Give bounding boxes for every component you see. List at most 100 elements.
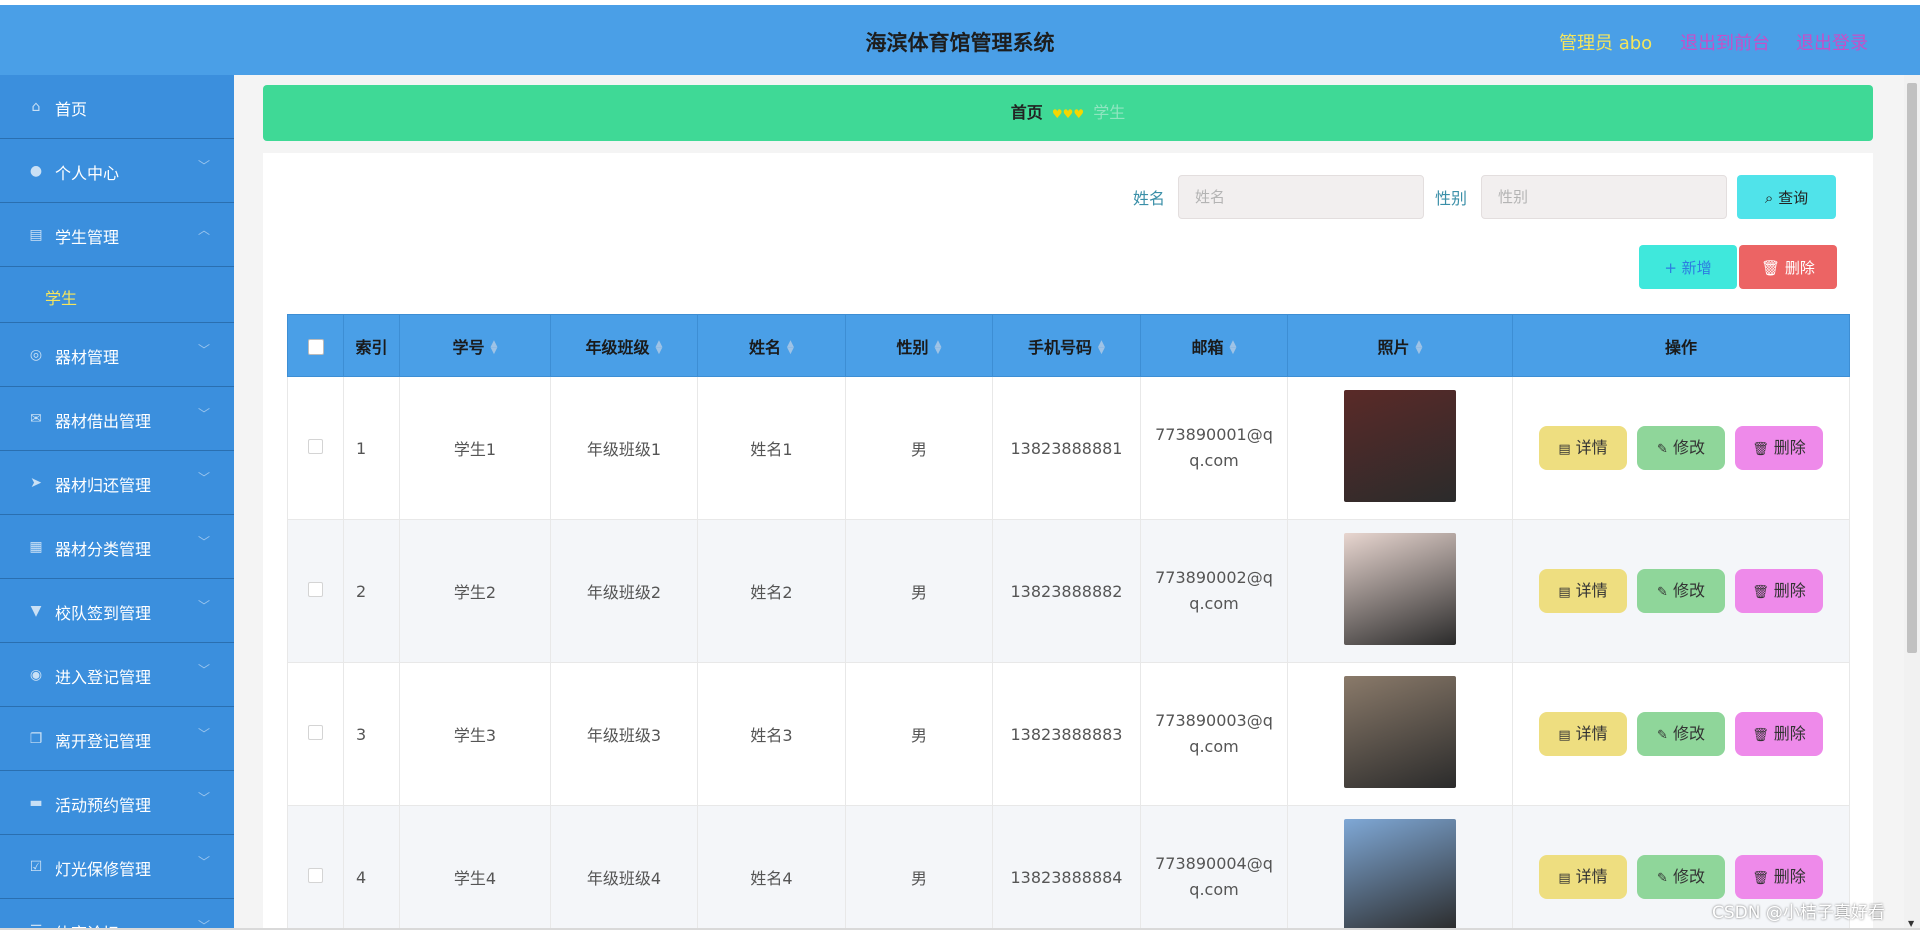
email-cell: 773890001@qq.com (1140, 376, 1288, 520)
actions-cell: ▤ 详情 ✎ 修改 🗑 删除 (1512, 662, 1850, 806)
delete-button[interactable]: 🗑 删除 (1735, 426, 1823, 470)
sort-icon[interactable]: ▲ ▼ (935, 340, 942, 356)
sort-icon[interactable]: ▲ ▼ (1230, 340, 1237, 356)
sidebar-item[interactable]: ▬ 活动预约管理 ﹀ (0, 771, 234, 835)
edit-button[interactable]: ✎ 修改 (1637, 712, 1725, 756)
column-header[interactable]: 姓名 ▲ ▼ (697, 314, 846, 377)
student-photo[interactable] (1344, 676, 1456, 788)
column-label: 操作 (1664, 337, 1697, 357)
row-checkbox[interactable] (308, 438, 323, 454)
delete-button[interactable]: 🗑 删除 (1735, 569, 1823, 613)
sidebar-item[interactable]: ☰体育论坛﹀ (0, 899, 234, 930)
sidebar-item[interactable]: ☑ 灯光保修管理 ﹀ (0, 835, 234, 899)
sort-icon[interactable]: ▲ ▼ (491, 340, 498, 356)
sidebar-subitem-student[interactable]: 学生 (0, 267, 234, 323)
chevron-down-icon: ﹀ (197, 727, 210, 741)
delete-button-label: 删除 (1773, 867, 1806, 886)
row-select-cell[interactable] (287, 662, 344, 806)
scrollbar-thumb[interactable] (1907, 83, 1917, 653)
sort-icon[interactable]: ▲ ▼ (1098, 340, 1105, 356)
actions-cell: ▤ 详情 ✎ 修改 🗑 删除 (1512, 519, 1850, 663)
table-row: 3 学生3 年级班级3 姓名3 男 13823888883 773890003@qq.com… (287, 662, 1850, 806)
select-all-header[interactable] (287, 314, 344, 377)
sidebar-item-label: 个人中心 (55, 164, 120, 183)
page-scrollbar[interactable]: ▼ (1904, 75, 1920, 930)
sort-icon[interactable]: ▲ ▼ (1416, 340, 1423, 356)
delete-button[interactable]: 🗑 删除 (1735, 855, 1823, 899)
edit-button[interactable]: ✎ 修改 (1637, 426, 1725, 470)
delete-button-label: 删除 (1773, 581, 1806, 600)
detail-button[interactable]: ▤ 详情 (1539, 712, 1627, 756)
sidebar-item[interactable]: ◉ 进入登记管理 ﹀ (0, 643, 234, 707)
batch-delete-button[interactable]: 🗑 删除 (1739, 245, 1837, 289)
sidebar-item[interactable]: ▦ 器材分类管理 ﹀ (0, 515, 234, 579)
row-select-cell[interactable] (287, 519, 344, 663)
logout-link[interactable]: 退出登录 (1796, 29, 1868, 55)
sidebar-item[interactable]: ❐ 离开登记管理 ﹀ (0, 707, 234, 771)
column-header[interactable]: 邮箱 ▲ ▼ (1140, 314, 1288, 377)
column-header[interactable]: 学号 ▲ ▼ (399, 314, 551, 377)
phone-cell: 13823888881 (992, 376, 1141, 520)
student-no-cell: 学生2 (399, 519, 551, 663)
sidebar-item[interactable]: ▼ 校队签到管理 ﹀ (0, 579, 234, 643)
phone-cell: 13823888882 (992, 519, 1141, 663)
home-icon: ⌂ (31, 99, 41, 115)
row-checkbox[interactable] (308, 867, 323, 883)
row-select-cell[interactable] (287, 805, 344, 930)
add-button[interactable]: + 新增 (1639, 245, 1737, 289)
breadcrumb-home[interactable]: 首页 (1011, 103, 1043, 122)
class-cell: 年级班级4 (550, 805, 698, 930)
breadcrumb: 首页 ♥♥♥ 学生 (263, 85, 1873, 141)
sidebar-item[interactable]: ➤ 器材归还管理 ﹀ (0, 451, 234, 515)
query-button[interactable]: ⌕ 查询 (1737, 175, 1836, 219)
mail-icon: ✉ (30, 411, 42, 427)
table-row: 4 学生4 年级班级4 姓名4 男 13823888884 773890004@qq.com… (287, 805, 1850, 930)
sidebar-item-label: 离开登记管理 (55, 732, 152, 751)
detail-button[interactable]: ▤ 详情 (1539, 426, 1627, 470)
delete-button[interactable]: 🗑 删除 (1735, 712, 1823, 756)
sidebar-item[interactable]: ⌂ 首页 (0, 75, 234, 139)
sort-icon[interactable]: ▲ ▼ (787, 340, 794, 356)
column-label: 索引 (355, 337, 388, 357)
copy-icon: ❐ (29, 731, 43, 747)
edit-button[interactable]: ✎ 修改 (1637, 855, 1725, 899)
column-header[interactable]: 照片 ▲ ▼ (1287, 314, 1513, 377)
edit-button[interactable]: ✎ 修改 (1637, 569, 1725, 613)
column-header[interactable]: 性别 ▲ ▼ (845, 314, 993, 377)
select-all-checkbox[interactable] (307, 338, 324, 355)
clipboard-icon: ▤ (29, 227, 43, 243)
column-label: 照片 (1377, 337, 1410, 357)
email-text: 773890001@qq.com (1155, 425, 1273, 470)
chevron-down-icon: ﹀ (197, 599, 210, 613)
sidebar-item[interactable]: ◎ 器材管理 ﹀ (0, 323, 234, 387)
back-to-front-link[interactable]: 退出到前台 (1680, 29, 1770, 55)
scroll-down-arrow-icon[interactable]: ▼ (1908, 919, 1914, 928)
column-header[interactable]: 年级班级 ▲ ▼ (550, 314, 698, 377)
column-label: 学号 (452, 337, 485, 357)
sidebar-subitem-label: 学生 (45, 289, 78, 308)
phone-cell: 13823888883 (992, 662, 1141, 806)
student-photo[interactable] (1344, 390, 1456, 502)
student-photo[interactable] (1344, 533, 1456, 645)
row-checkbox[interactable] (308, 581, 323, 597)
email-text: 773890003@qq.com (1155, 711, 1273, 756)
sidebar-item[interactable]: ● 个人中心 ﹀ (0, 139, 234, 203)
column-header[interactable]: 手机号码 ▲ ▼ (992, 314, 1141, 377)
class-cell: 年级班级2 (550, 519, 698, 663)
row-select-cell[interactable] (287, 376, 344, 520)
detail-button[interactable]: ▤ 详情 (1539, 855, 1627, 899)
sidebar-item[interactable]: ✉ 器材借出管理 ﹀ (0, 387, 234, 451)
sort-icon[interactable]: ▲ ▼ (656, 340, 663, 356)
row-checkbox[interactable] (308, 724, 323, 740)
trash-icon: 🗑 (1761, 258, 1781, 277)
detail-button[interactable]: ▤ 详情 (1539, 569, 1627, 613)
gender-cell: 男 (845, 519, 993, 663)
column-header: 索引 (343, 314, 400, 377)
sidebar-item[interactable]: ▤ 学生管理 ︿ (0, 203, 234, 267)
student-photo[interactable] (1344, 819, 1456, 930)
name-search-input[interactable] (1178, 175, 1424, 219)
gender-search-input[interactable] (1481, 175, 1727, 219)
send-icon: ➤ (30, 475, 42, 491)
name-cell: 姓名1 (697, 376, 846, 520)
admin-label: 管理员 abo (1559, 33, 1653, 54)
